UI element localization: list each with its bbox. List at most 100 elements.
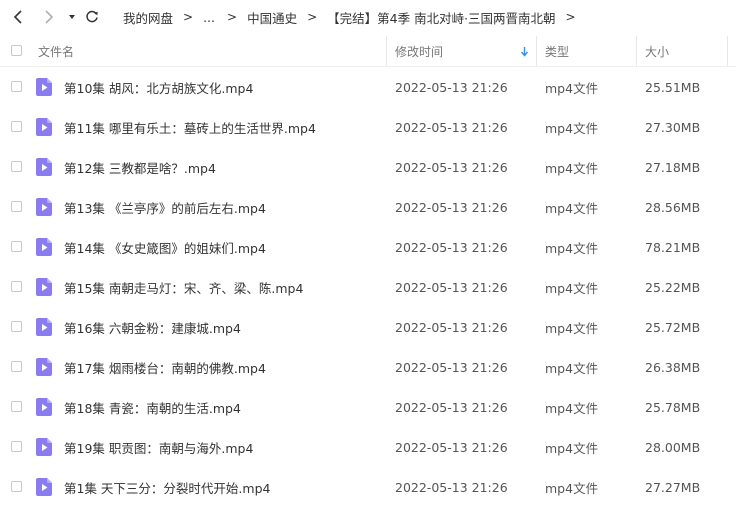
column-header-name[interactable]: 文件名 <box>38 36 74 66</box>
breadcrumb-item-ellipsis[interactable]: ... <box>203 10 215 25</box>
file-name[interactable]: 第10集 胡风：北方胡族文化.mp4 <box>64 67 253 107</box>
video-file-icon <box>36 118 52 136</box>
caret-down-icon <box>69 15 75 19</box>
file-modified-time: 2022-05-13 21:26 <box>395 119 508 135</box>
select-all-checkbox[interactable] <box>11 45 22 56</box>
file-name[interactable]: 第18集 青瓷：南朝的生活.mp4 <box>64 387 241 427</box>
history-dropdown-button[interactable] <box>62 7 82 27</box>
file-type: mp4文件 <box>545 440 599 456</box>
video-file-icon <box>36 198 52 216</box>
breadcrumb-separator: > <box>183 10 194 24</box>
file-type: mp4文件 <box>545 360 599 376</box>
file-name[interactable]: 第17集 烟雨楼台：南朝的佛教.mp4 <box>64 347 266 387</box>
file-name[interactable]: 第1集 天下三分：分裂时代开始.mp4 <box>64 467 270 507</box>
file-modified-time: 2022-05-13 21:26 <box>395 319 508 335</box>
file-row[interactable]: 第10集 胡风：北方胡族文化.mp4 2022-05-13 21:26 mp4文… <box>0 67 736 107</box>
file-name[interactable]: 第15集 南朝走马灯：宋、齐、梁、陈.mp4 <box>64 267 303 307</box>
column-divider[interactable] <box>536 36 537 66</box>
file-type: mp4文件 <box>545 120 599 136</box>
chevron-right-icon <box>45 10 54 24</box>
file-row[interactable]: 第16集 六朝金粉：建康城.mp4 2022-05-13 21:26 mp4文件… <box>0 307 736 347</box>
file-modified-time: 2022-05-13 21:26 <box>395 199 508 215</box>
row-checkbox[interactable] <box>11 121 22 132</box>
file-modified-time: 2022-05-13 21:26 <box>395 239 508 255</box>
row-checkbox[interactable] <box>11 161 22 172</box>
file-modified-time: 2022-05-13 21:26 <box>395 399 508 415</box>
video-file-icon <box>36 278 52 296</box>
file-name[interactable]: 第11集 哪里有乐土：墓砖上的生活世界.mp4 <box>64 107 316 147</box>
video-file-icon <box>36 78 52 96</box>
row-checkbox[interactable] <box>11 241 22 252</box>
file-type: mp4文件 <box>545 80 599 96</box>
file-size: 28.56MB <box>645 199 701 215</box>
chevron-left-icon <box>13 10 22 24</box>
sort-down-arrow-icon <box>520 46 529 57</box>
file-name[interactable]: 第14集 《女史箴图》的姐妹们.mp4 <box>64 227 266 267</box>
breadcrumb: 我的网盘 > ... > 中国通史 > 【完结】第4季 南北对峙·三国两晋南北朝… <box>123 0 586 34</box>
file-name[interactable]: 第16集 六朝金粉：建康城.mp4 <box>64 307 241 347</box>
file-row[interactable]: 第19集 职贡图：南朝与海外.mp4 2022-05-13 21:26 mp4文… <box>0 427 736 467</box>
row-checkbox[interactable] <box>11 441 22 452</box>
file-size: 28.00MB <box>645 439 701 455</box>
file-size: 25.51MB <box>645 79 701 95</box>
file-modified-time: 2022-05-13 21:26 <box>395 479 508 495</box>
file-type: mp4文件 <box>545 320 599 336</box>
file-size: 26.38MB <box>645 359 701 375</box>
refresh-button[interactable] <box>82 7 102 27</box>
back-button[interactable] <box>9 7 29 27</box>
video-file-icon <box>36 438 52 456</box>
forward-button[interactable] <box>38 7 58 27</box>
file-row[interactable]: 第17集 烟雨楼台：南朝的佛教.mp4 2022-05-13 21:26 mp4… <box>0 347 736 387</box>
row-checkbox[interactable] <box>11 281 22 292</box>
file-type: mp4文件 <box>545 200 599 216</box>
file-modified-time: 2022-05-13 21:26 <box>395 439 508 455</box>
file-name[interactable]: 第13集 《兰亭序》的前后左右.mp4 <box>64 187 266 227</box>
breadcrumb-separator: > <box>565 10 576 24</box>
row-checkbox[interactable] <box>11 81 22 92</box>
file-modified-time: 2022-05-13 21:26 <box>395 279 508 295</box>
file-modified-time: 2022-05-13 21:26 <box>395 79 508 95</box>
row-checkbox[interactable] <box>11 321 22 332</box>
column-divider[interactable] <box>727 36 728 66</box>
breadcrumb-item-my-drive[interactable]: 我的网盘 <box>123 8 173 27</box>
column-divider[interactable] <box>386 36 387 66</box>
file-size: 27.30MB <box>645 119 701 135</box>
video-file-icon <box>36 358 52 376</box>
file-row[interactable]: 第12集 三教都是啥？.mp4 2022-05-13 21:26 mp4文件 2… <box>0 147 736 187</box>
column-header-type[interactable]: 类型 <box>545 36 569 66</box>
file-row[interactable]: 第15集 南朝走马灯：宋、齐、梁、陈.mp4 2022-05-13 21:26 … <box>0 267 736 307</box>
breadcrumb-item-history[interactable]: 中国通史 <box>247 8 297 27</box>
column-divider[interactable] <box>636 36 637 66</box>
column-header-modified[interactable]: 修改时间 <box>395 36 443 66</box>
file-name[interactable]: 第12集 三教都是啥？.mp4 <box>64 147 216 187</box>
file-size: 25.22MB <box>645 279 701 295</box>
file-size: 25.72MB <box>645 319 701 335</box>
file-row[interactable]: 第1集 天下三分：分裂时代开始.mp4 2022-05-13 21:26 mp4… <box>0 467 736 507</box>
file-name[interactable]: 第19集 职贡图：南朝与海外.mp4 <box>64 427 253 467</box>
breadcrumb-item-current-folder[interactable]: 【完结】第4季 南北对峙·三国两晋南北朝 <box>327 8 555 27</box>
row-checkbox[interactable] <box>11 201 22 212</box>
file-type: mp4文件 <box>545 240 599 256</box>
refresh-icon <box>86 10 98 23</box>
row-checkbox[interactable] <box>11 361 22 372</box>
file-modified-time: 2022-05-13 21:26 <box>395 159 508 175</box>
video-file-icon <box>36 398 52 416</box>
file-row[interactable]: 第13集 《兰亭序》的前后左右.mp4 2022-05-13 21:26 mp4… <box>0 187 736 227</box>
file-row[interactable]: 第11集 哪里有乐土：墓砖上的生活世界.mp4 2022-05-13 21:26… <box>0 107 736 147</box>
video-file-icon <box>36 238 52 256</box>
sort-button[interactable] <box>520 36 529 66</box>
row-checkbox[interactable] <box>11 481 22 492</box>
video-file-icon <box>36 318 52 336</box>
file-size: 27.18MB <box>645 159 701 175</box>
file-row[interactable]: 第14集 《女史箴图》的姐妹们.mp4 2022-05-13 21:26 mp4… <box>0 227 736 267</box>
file-list-header: 文件名 修改时间 类型 大小 <box>0 36 736 67</box>
breadcrumb-separator: > <box>307 10 318 24</box>
file-row[interactable]: 第18集 青瓷：南朝的生活.mp4 2022-05-13 21:26 mp4文件… <box>0 387 736 427</box>
column-header-size[interactable]: 大小 <box>645 36 669 66</box>
file-size: 27.27MB <box>645 479 701 495</box>
video-file-icon <box>36 478 52 496</box>
video-file-icon <box>36 158 52 176</box>
file-size: 25.78MB <box>645 399 701 415</box>
row-checkbox[interactable] <box>11 401 22 412</box>
file-type: mp4文件 <box>545 400 599 416</box>
